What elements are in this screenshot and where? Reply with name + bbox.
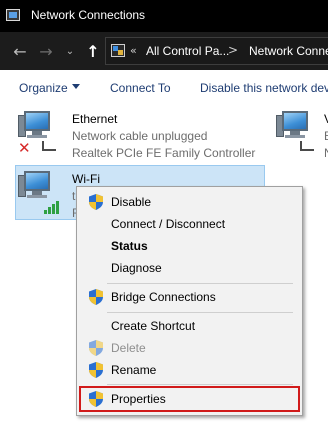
disconnected-x-icon: ✕ (18, 139, 31, 157)
menu-item-label: Disable (111, 195, 152, 209)
menu-item-label: Bridge Connections (111, 290, 216, 304)
breadcrumb-separator-icon[interactable]: > (228, 43, 238, 57)
menu-item-label: Diagnose (111, 261, 162, 275)
title-bar: Network Connections (0, 0, 328, 32)
menu-item-connect-disconnect[interactable]: Connect / Disconnect (80, 213, 299, 235)
adapter-name: Ethernet (72, 112, 118, 126)
menu-item-label: Rename (111, 363, 157, 377)
network-cable-icon (300, 141, 314, 151)
menu-item-label: Status (111, 239, 148, 253)
menu-item-rename[interactable]: Rename (80, 359, 299, 381)
menu-item-diagnose[interactable]: Diagnose (80, 257, 299, 279)
breadcrumb-network-connections[interactable]: Network Conne (249, 44, 328, 58)
menu-item-disable[interactable]: Disable (80, 191, 299, 213)
adapter-device: N (324, 146, 328, 160)
recent-locations-chevron-icon[interactable]: ⌄ (63, 32, 77, 70)
address-bar[interactable]: « All Control Pa... > Network Conne (105, 37, 328, 65)
command-bar: Organize Connect To Disable this network… (0, 70, 328, 104)
network-cable-icon (42, 141, 56, 151)
menu-item-label: Delete (111, 341, 146, 355)
uac-shield-icon (89, 362, 103, 378)
connect-to-button[interactable]: Connect To (110, 81, 171, 95)
menu-item-bridge-connections[interactable]: Bridge Connections (80, 286, 299, 308)
adapter-name: V (324, 112, 328, 126)
adapter-third[interactable]: V E N (270, 104, 328, 164)
uac-shield-icon (89, 289, 103, 305)
context-menu: Disable Connect / Disconnect Status Diag… (76, 186, 303, 416)
uac-shield-icon (89, 340, 103, 356)
menu-separator (107, 283, 293, 284)
wifi-signal-bars-icon (44, 200, 62, 214)
breadcrumb-overflow-icon[interactable]: « (130, 44, 137, 57)
organize-dropdown-caret-icon[interactable] (72, 84, 80, 89)
menu-item-label: Connect / Disconnect (111, 217, 226, 231)
network-connections-app-icon (6, 9, 20, 21)
network-adapter-icon (276, 111, 312, 145)
menu-item-status[interactable]: Status (80, 235, 299, 257)
menu-item-delete: Delete (80, 337, 299, 359)
adapter-status: Network cable unplugged (72, 129, 208, 143)
navigation-bar: ← → ⌄ ↑ « All Control Pa... > Network Co… (0, 32, 328, 70)
up-arrow-icon[interactable]: ↑ (84, 32, 102, 70)
properties-highlight-box (79, 386, 300, 412)
organize-button[interactable]: Organize (19, 81, 68, 95)
adapter-status: t (72, 189, 76, 203)
menu-item-create-shortcut[interactable]: Create Shortcut (80, 315, 299, 337)
forward-arrow-icon[interactable]: → (36, 32, 56, 70)
menu-item-label: Create Shortcut (111, 319, 196, 333)
breadcrumb-all-control-panel[interactable]: All Control Pa... (146, 44, 229, 58)
adapter-ethernet[interactable]: ✕ Ethernet Network cable unplugged Realt… (0, 104, 270, 164)
disable-network-device-button[interactable]: Disable this network dev (200, 81, 328, 95)
control-panel-icon (111, 44, 125, 57)
back-arrow-icon[interactable]: ← (10, 32, 30, 70)
menu-separator (107, 312, 293, 313)
network-connections-window: Network Connections ← → ⌄ ↑ « All Contro… (0, 0, 328, 426)
menu-separator (107, 384, 293, 385)
adapter-name: Wi-Fi (72, 172, 100, 186)
window-title: Network Connections (31, 8, 146, 22)
uac-shield-icon (89, 194, 103, 210)
adapter-status: E (324, 129, 328, 143)
adapter-device: Realtek PCIe FE Family Controller (72, 146, 256, 160)
